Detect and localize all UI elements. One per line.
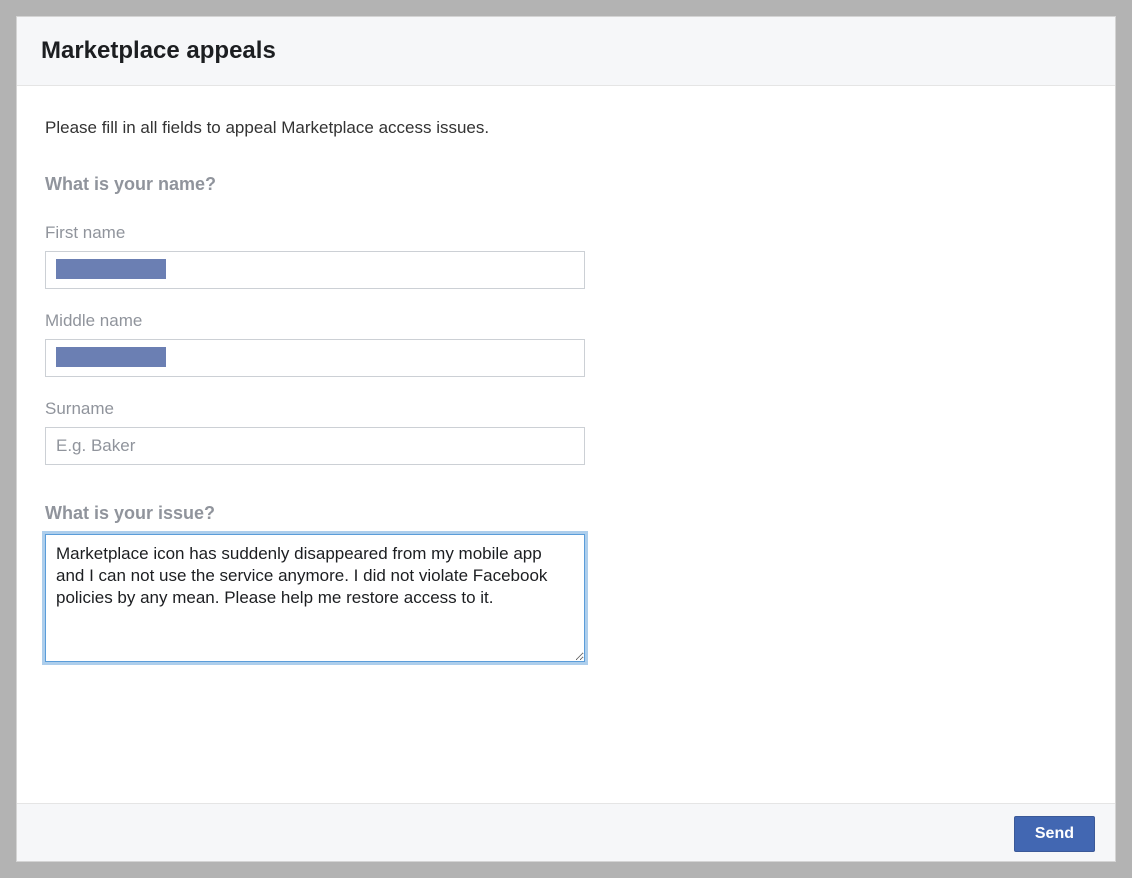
middle-name-group: Middle name bbox=[45, 311, 1087, 377]
appeal-window: Marketplace appeals Please fill in all f… bbox=[16, 16, 1116, 862]
issue-textarea[interactable] bbox=[45, 534, 585, 662]
issue-section: What is your issue? bbox=[45, 503, 1087, 667]
surname-group: Surname bbox=[45, 399, 1087, 465]
window-header: Marketplace appeals bbox=[17, 17, 1115, 86]
issue-section-title: What is your issue? bbox=[45, 503, 1087, 524]
name-section-title: What is your name? bbox=[45, 174, 1087, 195]
send-button[interactable]: Send bbox=[1014, 816, 1095, 852]
form-instructions: Please fill in all fields to appeal Mark… bbox=[45, 118, 1087, 138]
window-footer: Send bbox=[17, 803, 1115, 861]
redacted-icon bbox=[56, 347, 166, 367]
middle-name-field[interactable] bbox=[45, 339, 585, 377]
page-title: Marketplace appeals bbox=[41, 37, 1091, 65]
surname-field[interactable] bbox=[45, 427, 585, 465]
first-name-label: First name bbox=[45, 223, 1087, 243]
redacted-icon bbox=[56, 259, 166, 279]
first-name-field[interactable] bbox=[45, 251, 585, 289]
middle-name-label: Middle name bbox=[45, 311, 1087, 331]
first-name-group: First name bbox=[45, 223, 1087, 289]
form-content: Please fill in all fields to appeal Mark… bbox=[17, 86, 1115, 861]
surname-label: Surname bbox=[45, 399, 1087, 419]
